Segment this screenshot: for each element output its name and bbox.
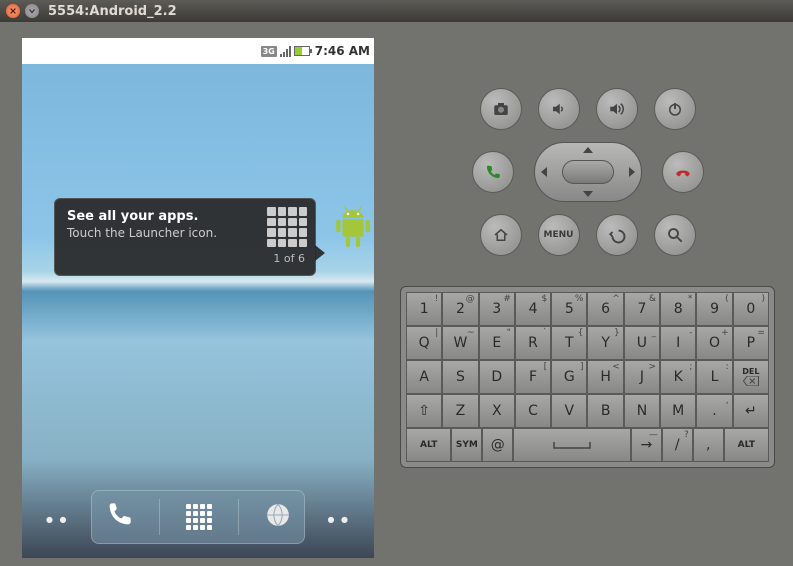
tip-count: 1 of 6 [67, 252, 305, 265]
content: 3G 7:46 AM See all your apps. Touch the … [0, 22, 793, 566]
key-F[interactable]: F[ [515, 360, 551, 394]
key-O[interactable]: O+ [696, 326, 732, 360]
key-ALT[interactable]: ALT [724, 428, 769, 462]
end-call-button[interactable] [662, 151, 704, 193]
key-I[interactable]: I- [660, 326, 696, 360]
key-M[interactable]: M [660, 394, 696, 428]
key-G[interactable]: G] [551, 360, 587, 394]
close-button[interactable] [6, 4, 20, 18]
search-button[interactable] [654, 214, 696, 256]
key-0[interactable]: 0) [733, 292, 769, 326]
dpad-left[interactable] [541, 167, 547, 177]
key-U[interactable]: U_ [624, 326, 660, 360]
signal-icon [280, 45, 291, 57]
dpad-up[interactable] [583, 147, 593, 153]
key-,[interactable]: , [693, 428, 724, 462]
emulator-window: 5554:Android_2.2 3G 7:46 AM See all your… [0, 0, 793, 566]
dpad [530, 140, 646, 204]
device-screen[interactable]: 3G 7:46 AM See all your apps. Touch the … [22, 38, 374, 558]
key-1[interactable]: 1! [406, 292, 442, 326]
window-title: 5554:Android_2.2 [48, 4, 177, 19]
keyboard: 1!2@3#4$5%6^7&8*9(0) Q|W~E"R`T{Y}U_I-O+P=… [400, 286, 775, 468]
dock-browser[interactable] [265, 502, 291, 532]
key-Y[interactable]: Y} [587, 326, 623, 360]
dock-launcher[interactable] [186, 504, 212, 530]
key-H[interactable]: H< [587, 360, 623, 394]
call-button[interactable] [472, 151, 514, 193]
device-panel: 3G 7:46 AM See all your apps. Touch the … [0, 22, 400, 566]
key-N[interactable]: N [624, 394, 660, 428]
status-bar: 3G 7:46 AM [22, 38, 374, 64]
key-9[interactable]: 9( [696, 292, 732, 326]
key-SYM[interactable]: SYM [451, 428, 482, 462]
key-P[interactable]: P= [733, 326, 769, 360]
key-→[interactable]: →— [631, 428, 662, 462]
dpad-outer[interactable] [534, 142, 642, 202]
back-button[interactable] [596, 214, 638, 256]
titlebar: 5554:Android_2.2 [0, 0, 793, 22]
key-↵[interactable]: ↵ [733, 394, 769, 428]
key-4[interactable]: 4$ [515, 292, 551, 326]
key-C[interactable]: C [515, 394, 551, 428]
volume-down-button[interactable] [538, 88, 580, 130]
key-B[interactable]: B [587, 394, 623, 428]
page-dots-left: ● ● [46, 515, 69, 524]
key-⇧[interactable]: ⇧ [406, 394, 442, 428]
key-6[interactable]: 6^ [587, 292, 623, 326]
key-.[interactable]: ., [696, 394, 732, 428]
dock-phone[interactable] [105, 501, 133, 533]
key-W[interactable]: W~ [442, 326, 478, 360]
key-DEL[interactable]: DEL [733, 360, 769, 394]
tutorial-tip[interactable]: See all your apps. Touch the Launcher ic… [54, 198, 316, 276]
minimize-button[interactable] [25, 4, 39, 18]
dock [91, 490, 305, 544]
key-Z[interactable]: Z [442, 394, 478, 428]
key-2[interactable]: 2@ [442, 292, 478, 326]
key-space[interactable] [513, 428, 631, 462]
key-/[interactable]: /? [662, 428, 693, 462]
key-X[interactable]: X [479, 394, 515, 428]
power-button[interactable] [654, 88, 696, 130]
key-3[interactable]: 3# [479, 292, 515, 326]
clock: 7:46 AM [315, 44, 370, 58]
network-3g-badge: 3G [261, 46, 277, 57]
key-V[interactable]: V [551, 394, 587, 428]
battery-icon [294, 46, 310, 56]
key-5[interactable]: 5% [551, 292, 587, 326]
key-S[interactable]: S [442, 360, 478, 394]
menu-button[interactable]: MENU [538, 214, 580, 256]
home-button[interactable] [480, 214, 522, 256]
key-R[interactable]: R` [515, 326, 551, 360]
wallpaper [22, 64, 374, 558]
key-J[interactable]: J> [624, 360, 660, 394]
key-ALT[interactable]: ALT [406, 428, 451, 462]
dpad-right[interactable] [629, 167, 635, 177]
camera-button[interactable] [480, 88, 522, 130]
key-T[interactable]: T{ [551, 326, 587, 360]
key-L[interactable]: L: [696, 360, 732, 394]
key-A[interactable]: A [406, 360, 442, 394]
page-dots-right: ● ● [327, 515, 350, 524]
dpad-center[interactable] [562, 160, 614, 184]
key-Q[interactable]: Q| [406, 326, 442, 360]
controls-panel: MENU 1!2@3#4$5%6^7&8*9(0) Q|W~E"R`T{Y}U_I… [400, 22, 793, 566]
android-robot-icon [332, 203, 374, 253]
key-D[interactable]: D [479, 360, 515, 394]
key-7[interactable]: 7& [624, 292, 660, 326]
key-E[interactable]: E" [479, 326, 515, 360]
hardware-buttons: MENU [400, 38, 775, 286]
dpad-down[interactable] [583, 191, 593, 197]
tip-tail [315, 245, 325, 261]
key-K[interactable]: K; [660, 360, 696, 394]
volume-up-button[interactable] [596, 88, 638, 130]
key-8[interactable]: 8* [660, 292, 696, 326]
key-@[interactable]: @ [482, 428, 513, 462]
launcher-grid-icon [267, 207, 307, 247]
